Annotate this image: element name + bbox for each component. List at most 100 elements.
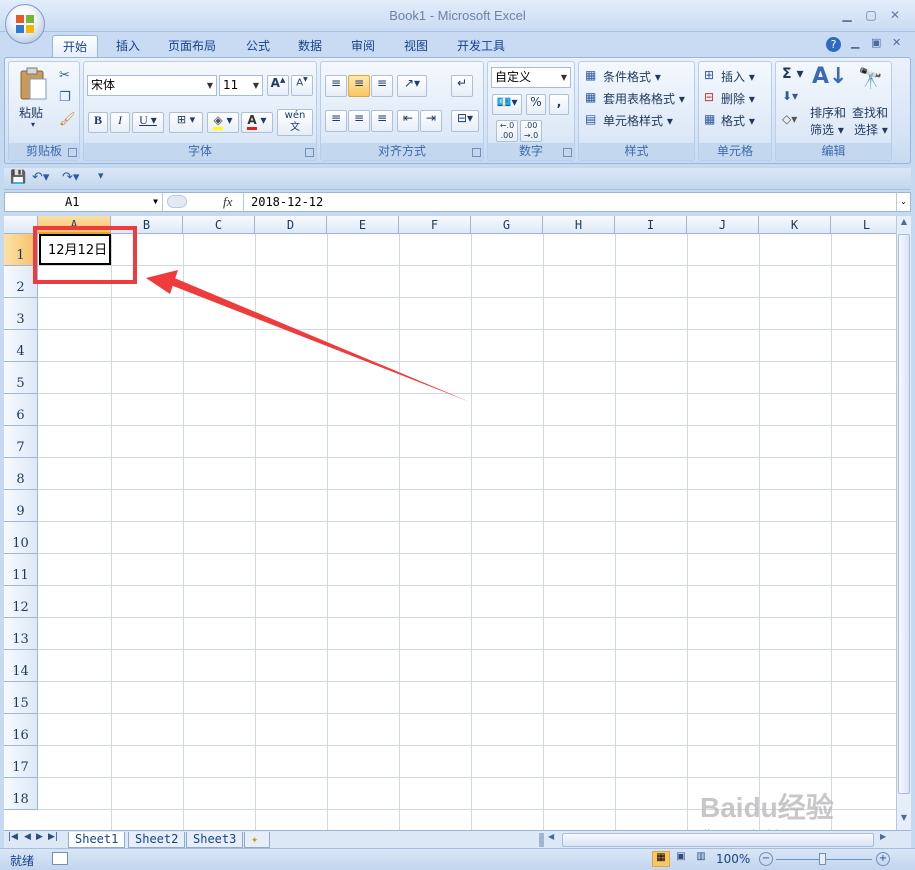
row-header-17[interactable]: 17	[4, 746, 38, 778]
name-box[interactable]: A1 ▼	[5, 193, 163, 211]
normal-view-icon[interactable]: ▦	[652, 851, 670, 867]
delete-cells-button[interactable]: 删除 ▾	[721, 90, 755, 107]
alignment-launcher-icon[interactable]	[472, 148, 481, 157]
help-icon[interactable]: ?	[826, 37, 841, 52]
tab-formulas[interactable]: 公式	[236, 35, 280, 58]
customize-qat-icon[interactable]: ▾	[98, 169, 104, 182]
sort-filter-label[interactable]: 排序和	[810, 104, 846, 121]
conditional-format-icon[interactable]: ▦	[585, 68, 596, 82]
zoom-slider-thumb[interactable]	[819, 853, 826, 865]
format-as-table-button[interactable]: 套用表格格式 ▾	[603, 90, 685, 107]
paste-label[interactable]: 粘贴	[19, 104, 43, 121]
autosum-icon[interactable]: Σ ▾	[782, 66, 803, 82]
formula-expand-handle[interactable]	[167, 195, 187, 208]
column-header-k[interactable]: K	[759, 216, 831, 234]
italic-button[interactable]: I	[110, 112, 130, 133]
number-format-combo[interactable]: 自定义 ▼	[491, 67, 571, 88]
phonetic-button[interactable]: wén 文	[277, 109, 313, 136]
column-header-f[interactable]: F	[399, 216, 471, 234]
find-select-label-2[interactable]: 选择 ▾	[854, 121, 888, 138]
office-button[interactable]	[5, 4, 45, 44]
fill-color-button[interactable]: ◈ ▾	[207, 112, 239, 133]
conditional-format-button[interactable]: 条件格式 ▾	[603, 68, 661, 85]
delete-cells-icon[interactable]: ⊟	[704, 90, 714, 104]
scroll-up-icon[interactable]: ▲	[898, 217, 910, 231]
scroll-left-icon[interactable]: ◀	[548, 832, 554, 841]
cell-styles-button[interactable]: 单元格样式 ▾	[603, 112, 673, 129]
zoom-out-icon[interactable]: −	[759, 852, 773, 866]
bold-button[interactable]: B	[88, 112, 108, 133]
row-header-15[interactable]: 15	[4, 682, 38, 714]
row-header-7[interactable]: 7	[4, 426, 38, 458]
sheet-nav-next-icon[interactable]: ▶	[36, 832, 43, 842]
format-cells-button[interactable]: 格式 ▾	[721, 112, 755, 129]
column-header-h[interactable]: H	[543, 216, 615, 234]
page-break-view-icon[interactable]: ▥	[692, 851, 710, 867]
underline-button[interactable]: U ▾	[132, 112, 164, 133]
sort-filter-label-2[interactable]: 筛选 ▾	[810, 121, 844, 138]
select-all-corner[interactable]	[4, 216, 38, 234]
page-layout-view-icon[interactable]: ▣	[672, 851, 690, 867]
find-select-label[interactable]: 查找和	[852, 104, 888, 121]
orientation-button[interactable]: ↗▾	[397, 75, 427, 97]
clear-icon[interactable]: ◇▾	[782, 112, 797, 126]
sheet-nav-prev-icon[interactable]: ◀	[24, 832, 31, 842]
vertical-scroll-thumb[interactable]	[898, 234, 910, 794]
tab-insert[interactable]: 插入	[106, 35, 150, 58]
scroll-right-icon[interactable]: ▶	[880, 832, 886, 841]
tab-page-layout[interactable]: 页面布局	[158, 35, 226, 58]
tab-home[interactable]: 开始	[52, 35, 99, 58]
font-launcher-icon[interactable]	[305, 148, 314, 157]
insert-function-icon[interactable]: fx	[223, 194, 232, 210]
formula-expand-icon[interactable]: ⌄	[896, 193, 910, 211]
sort-filter-icon[interactable]: A↓	[812, 64, 847, 89]
scroll-down-icon[interactable]: ▼	[898, 813, 910, 827]
align-center-button[interactable]: ≡	[348, 110, 370, 132]
sheet-tab-3[interactable]: Sheet3	[186, 832, 244, 848]
row-header-8[interactable]: 8	[4, 458, 38, 490]
row-header-16[interactable]: 16	[4, 714, 38, 746]
cell-styles-icon[interactable]: ▤	[585, 112, 596, 126]
comma-button[interactable]: ,	[549, 94, 569, 115]
column-header-g[interactable]: G	[471, 216, 543, 234]
column-header-e[interactable]: E	[327, 216, 399, 234]
tab-review[interactable]: 审阅	[341, 35, 385, 58]
decrease-decimal-button[interactable]: .00 →.0	[520, 120, 542, 142]
row-header-9[interactable]: 9	[4, 490, 38, 522]
row-header-12[interactable]: 12	[4, 586, 38, 618]
minimize-button[interactable]: ▁	[838, 7, 856, 23]
row-header-13[interactable]: 13	[4, 618, 38, 650]
sheet-nav-last-icon[interactable]: ▶|	[48, 832, 58, 842]
row-header-2[interactable]: 2	[4, 266, 38, 298]
increase-indent-button[interactable]: ⇥	[420, 110, 442, 132]
macro-record-icon[interactable]	[52, 852, 68, 865]
column-header-c[interactable]: C	[183, 216, 255, 234]
percent-button[interactable]: %	[526, 94, 546, 115]
insert-sheet-icon[interactable]: ✦	[244, 832, 270, 848]
font-name-combo[interactable]: 宋体 ▼	[87, 75, 217, 96]
undo-icon[interactable]: ↶▾	[32, 170, 49, 185]
row-header-5[interactable]: 5	[4, 362, 38, 394]
formula-input[interactable]: 2018-12-12	[251, 193, 323, 211]
row-header-4[interactable]: 4	[4, 330, 38, 362]
close-button[interactable]: ✕	[886, 7, 904, 23]
decrease-indent-button[interactable]: ⇤	[397, 110, 419, 132]
align-bottom-button[interactable]: ≡	[371, 75, 393, 97]
cut-icon[interactable]: ✂	[59, 68, 70, 83]
row-header-3[interactable]: 3	[4, 298, 38, 330]
ribbon-minimize-icon[interactable]: ▁	[851, 36, 859, 49]
insert-cells-button[interactable]: 插入 ▾	[721, 68, 755, 85]
copy-icon[interactable]: ❐	[59, 90, 71, 105]
row-header-14[interactable]: 14	[4, 650, 38, 682]
sheet-nav-first-icon[interactable]: |◀	[8, 832, 18, 842]
format-as-table-icon[interactable]: ▦	[585, 90, 596, 104]
tab-developer[interactable]: 开发工具	[447, 35, 515, 58]
find-select-icon[interactable]: 🔭	[858, 66, 883, 90]
ribbon-restore-icon[interactable]: ▣	[871, 36, 881, 49]
column-header-d[interactable]: D	[255, 216, 327, 234]
align-right-button[interactable]: ≡	[371, 110, 393, 132]
grow-font-button[interactable]: A▲	[267, 75, 289, 96]
column-header-i[interactable]: I	[615, 216, 687, 234]
worksheet-grid[interactable]: A B C D E F G H I J K L 1 2 3 4 5 6 7 8 …	[4, 216, 896, 830]
clipboard-launcher-icon[interactable]	[68, 148, 77, 157]
